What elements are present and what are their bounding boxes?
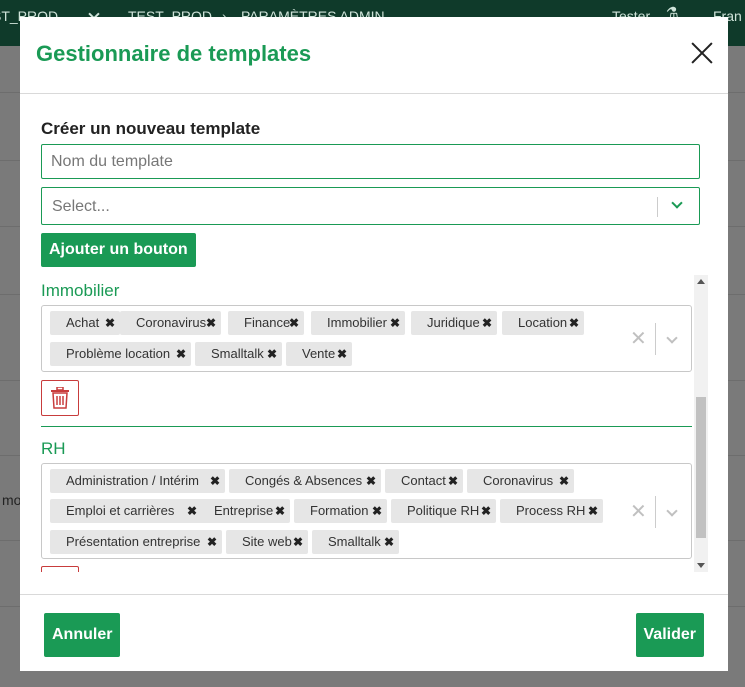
remove-tag-icon[interactable]: ✖ — [554, 469, 574, 493]
tag-chip: Immobilier ✖ — [311, 311, 405, 335]
remove-tag-icon[interactable]: ✖ — [205, 469, 225, 493]
delete-group-button[interactable] — [41, 566, 79, 572]
tag-chip: Emploi et carrières ✖ — [50, 499, 202, 523]
tag-chip: Coronavirus ✖ — [467, 469, 574, 493]
modal-header: Gestionnaire de templates — [20, 17, 728, 94]
remove-tag-icon[interactable]: ✖ — [583, 499, 603, 523]
tag-label: Emploi et carrières — [66, 503, 175, 518]
validate-button[interactable]: Valider — [635, 613, 704, 657]
remove-tag-icon[interactable]: ✖ — [361, 469, 381, 493]
tag-label: Juridique — [427, 315, 480, 330]
modal-title: Gestionnaire de templates — [36, 41, 312, 66]
remove-tag-icon[interactable]: ✖ — [100, 311, 120, 335]
tag-chip: Congés & Absences ✖ — [229, 469, 381, 493]
group-label-immobilier: Immobilier — [41, 281, 120, 300]
clear-tags-icon[interactable]: ✕ — [630, 326, 647, 351]
tag-chip: Coronavirus ✖ — [120, 311, 221, 335]
tag-chip: Problème location ✖ — [50, 342, 191, 366]
tag-label: Smalltalk — [211, 346, 264, 361]
tag-chip: Juridique ✖ — [411, 311, 497, 335]
tag-label: Problème location — [66, 346, 171, 361]
tagbox-separator — [655, 323, 656, 355]
remove-tag-icon[interactable]: ✖ — [476, 499, 496, 523]
select-separator — [657, 197, 658, 217]
chevron-down-icon[interactable] — [666, 332, 678, 344]
tag-chip: Vente ✖ — [286, 342, 352, 366]
tag-chip: Finance ✖ — [228, 311, 304, 335]
remove-tag-icon[interactable]: ✖ — [202, 530, 222, 554]
remove-tag-icon[interactable]: ✖ — [284, 311, 304, 335]
template-manager-modal: Gestionnaire de templates Créer un nouve… — [20, 17, 728, 671]
template-name-input[interactable] — [41, 144, 700, 179]
tag-chip: Smalltalk ✖ — [195, 342, 282, 366]
tag-select-immobilier[interactable]: Achat ✖ Coronavirus ✖ Finance ✖ Immobilier ✖… — [41, 305, 692, 372]
tagbox-separator — [655, 496, 656, 528]
chevron-down-icon[interactable] — [671, 197, 683, 209]
tag-chip: Entreprise ✖ — [198, 499, 290, 523]
remove-tag-icon[interactable]: ✖ — [171, 342, 191, 366]
cancel-button[interactable]: Annuler — [44, 613, 121, 657]
group-label-rh: RH — [41, 439, 66, 458]
remove-tag-icon[interactable]: ✖ — [332, 342, 352, 366]
select-placeholder: Select... — [52, 198, 110, 215]
scroll-thumb[interactable] — [696, 397, 706, 538]
remove-tag-icon[interactable]: ✖ — [564, 311, 584, 335]
tag-select-rh[interactable]: Administration / Intérim ✖ Congés & Absen… — [41, 463, 692, 559]
remove-tag-icon[interactable]: ✖ — [288, 530, 308, 554]
chevron-down-icon[interactable] — [666, 505, 678, 517]
tag-label: Coronavirus — [136, 315, 207, 330]
tag-label: Présentation entreprise — [66, 534, 201, 549]
remove-tag-icon[interactable]: ✖ — [385, 311, 405, 335]
tag-label: Formation — [310, 503, 369, 518]
tag-chip: Politique RH ✖ — [391, 499, 496, 523]
background-text: mo — [2, 492, 22, 508]
tag-label: Coronavirus — [483, 473, 554, 488]
trash-icon — [51, 387, 69, 409]
clear-tags-icon[interactable]: ✕ — [630, 499, 647, 524]
modal-footer: Annuler Valider — [20, 594, 728, 671]
tag-label: Administration / Intérim — [66, 473, 199, 488]
tag-label: Contact — [401, 473, 446, 488]
remove-tag-icon[interactable]: ✖ — [201, 311, 221, 335]
tag-chip: Contact ✖ — [385, 469, 463, 493]
section-title: Créer un nouveau template — [41, 119, 261, 138]
tag-chip: Administration / Intérim ✖ — [50, 469, 225, 493]
tag-chip: Location ✖ — [502, 311, 584, 335]
remove-tag-icon[interactable]: ✖ — [443, 469, 463, 493]
template-select[interactable]: Select... — [41, 187, 700, 225]
remove-tag-icon[interactable]: ✖ — [270, 499, 290, 523]
delete-group-button[interactable] — [41, 380, 79, 416]
tag-label: Politique RH — [407, 503, 480, 518]
tag-chip: Formation ✖ — [294, 499, 387, 523]
tag-chip: Process RH ✖ — [500, 499, 603, 523]
close-icon[interactable] — [690, 41, 714, 65]
list-scrollbar[interactable] — [694, 275, 708, 572]
tag-label: Process RH — [516, 503, 586, 518]
tag-chip: Site web ✖ — [226, 530, 308, 554]
tag-label: Smalltalk — [328, 534, 381, 549]
scroll-up-icon[interactable] — [697, 279, 705, 284]
remove-tag-icon[interactable]: ✖ — [379, 530, 399, 554]
remove-tag-icon[interactable]: ✖ — [262, 342, 282, 366]
tag-chip: Présentation entreprise ✖ — [50, 530, 222, 554]
tag-label: Congés & Absences — [245, 473, 363, 488]
scroll-down-icon[interactable] — [697, 563, 705, 568]
tag-label: Entreprise — [214, 503, 274, 518]
tag-label: Location — [518, 315, 568, 330]
tag-chip: Smalltalk ✖ — [312, 530, 399, 554]
template-groups-list: Immobilier Achat ✖ Coronavirus ✖ Finance ✖ … — [20, 275, 728, 572]
tag-label: Site web — [242, 534, 292, 549]
tag-label: Immobilier — [327, 315, 387, 330]
tag-label: Achat — [66, 315, 100, 330]
remove-tag-icon[interactable]: ✖ — [367, 499, 387, 523]
add-button-button[interactable]: Ajouter un bouton — [41, 233, 196, 267]
remove-tag-icon[interactable]: ✖ — [477, 311, 497, 335]
tag-label: Vente — [302, 346, 336, 361]
group-divider — [41, 426, 692, 427]
tag-chip: Achat ✖ — [50, 311, 120, 335]
